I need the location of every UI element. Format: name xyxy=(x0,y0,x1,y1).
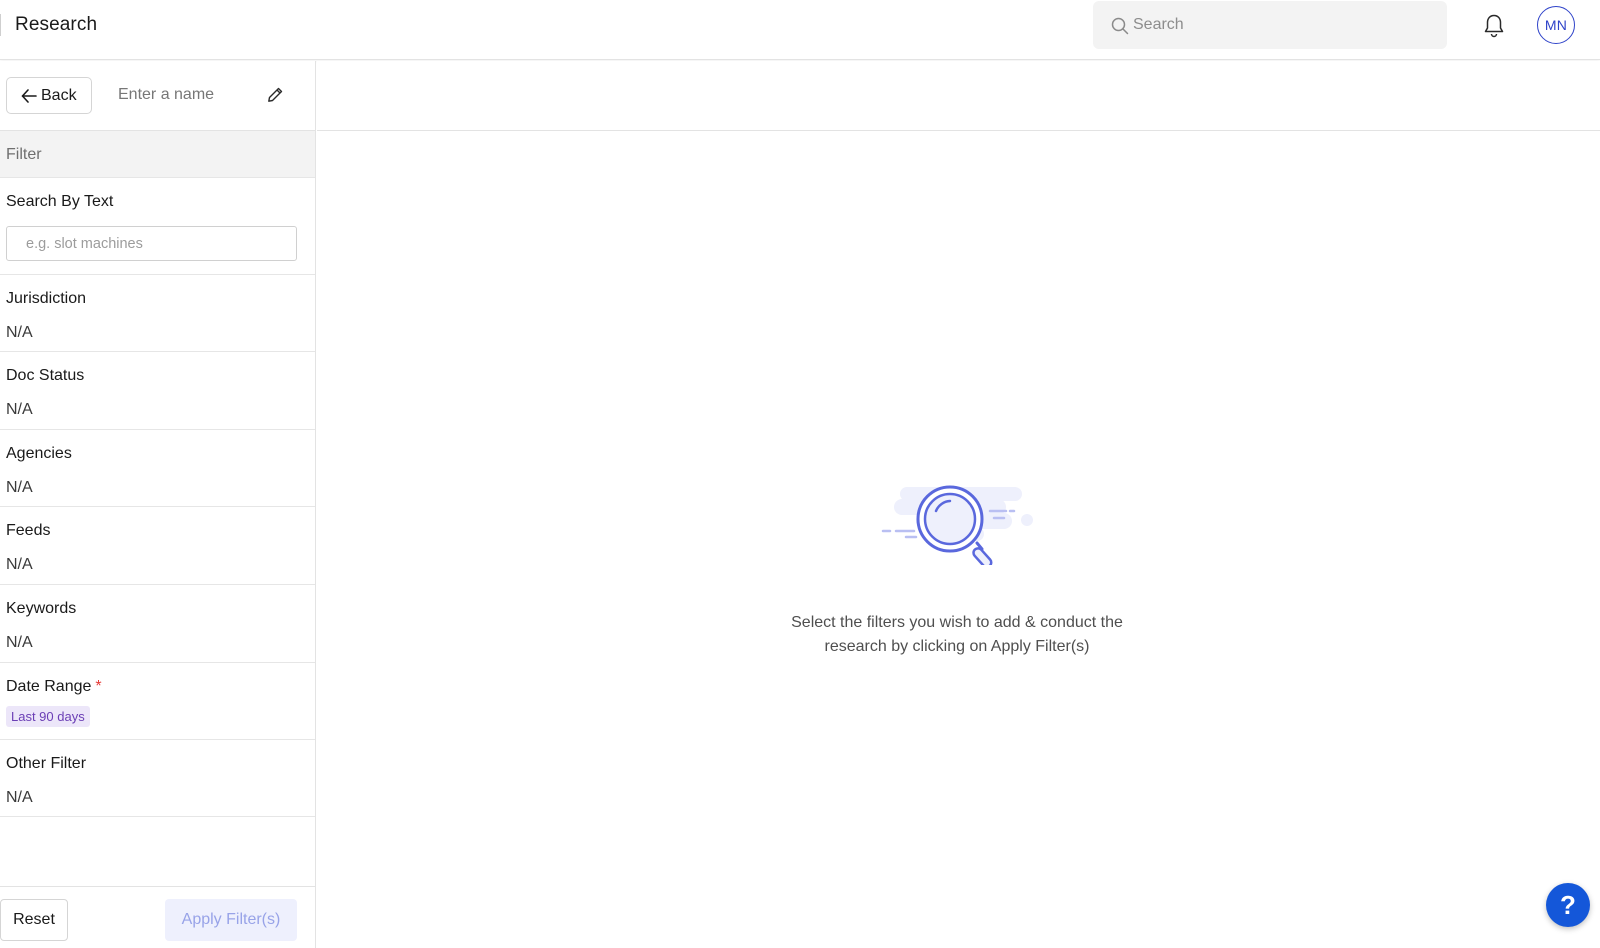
filter-section-agencies[interactable]: Agencies N/A xyxy=(0,430,315,507)
page-title: Research xyxy=(15,14,98,35)
section-title: Jurisdiction xyxy=(6,290,87,307)
search-by-text-label: Search By Text xyxy=(6,193,114,210)
help-button[interactable]: ? xyxy=(1546,883,1590,927)
search-by-text-section: Search By Text xyxy=(0,178,315,275)
filter-section-jurisdiction[interactable]: Jurisdiction N/A xyxy=(0,275,315,352)
search-by-text-input[interactable] xyxy=(6,226,297,261)
filter-section-keywords[interactable]: Keywords N/A xyxy=(0,585,315,663)
filter-sidebar: Back Filter Search By Text Jurisdiction … xyxy=(0,61,316,948)
pencil-icon[interactable] xyxy=(267,86,284,103)
reset-button[interactable]: Reset xyxy=(0,899,68,941)
section-value: N/A xyxy=(6,401,33,418)
empty-state-line-2: research by clicking on Apply Filter(s) xyxy=(824,637,1090,655)
filter-section-doc-status[interactable]: Doc Status N/A xyxy=(0,352,315,430)
filter-heading: Filter xyxy=(6,146,42,163)
section-value: N/A xyxy=(6,789,33,806)
date-range-label: Date Range xyxy=(6,678,92,695)
global-search-input[interactable] xyxy=(1133,11,1433,39)
section-title: Date Range * xyxy=(6,678,102,696)
sidebar-header: Back xyxy=(0,61,315,131)
section-title: Feeds xyxy=(6,522,51,539)
top-bar: Research MN xyxy=(0,0,1600,60)
results-area: Select the filters you wish to add & con… xyxy=(317,61,1600,948)
section-value: N/A xyxy=(6,634,33,651)
filter-section-other-filter[interactable]: Other Filter N/A xyxy=(0,740,315,817)
section-title: Doc Status xyxy=(6,367,85,384)
apply-filters-button[interactable]: Apply Filter(s) xyxy=(165,899,297,941)
notification-bell-icon[interactable] xyxy=(1482,13,1506,39)
section-value: N/A xyxy=(6,324,33,341)
date-range-chip[interactable]: Last 90 days xyxy=(6,706,90,727)
research-name-input[interactable] xyxy=(118,80,258,110)
section-value: N/A xyxy=(6,479,33,496)
magnifying-glass-illustration-icon xyxy=(881,485,1033,565)
user-avatar[interactable]: MN xyxy=(1537,6,1575,44)
sidebar-footer: Reset Apply Filter(s) xyxy=(0,886,315,948)
required-marker: * xyxy=(95,678,102,695)
back-button[interactable]: Back xyxy=(6,77,92,114)
results-toolbar xyxy=(317,61,1600,131)
filter-section-feeds[interactable]: Feeds N/A xyxy=(0,507,315,585)
global-search[interactable] xyxy=(1093,1,1447,49)
left-edge-divider xyxy=(0,14,1,36)
empty-state-message: Select the filters you wish to add & con… xyxy=(737,611,1177,658)
arrow-left-icon xyxy=(21,89,37,103)
filter-section-date-range[interactable]: Date Range * Last 90 days xyxy=(0,663,315,740)
filter-heading-band: Filter xyxy=(0,131,315,178)
section-title: Keywords xyxy=(6,600,77,617)
section-title: Agencies xyxy=(6,445,72,462)
search-icon xyxy=(1111,17,1129,35)
section-title: Other Filter xyxy=(6,755,87,772)
empty-state-line-1: Select the filters you wish to add & con… xyxy=(791,614,1123,631)
section-value: N/A xyxy=(6,556,33,573)
back-button-label: Back xyxy=(41,87,77,104)
